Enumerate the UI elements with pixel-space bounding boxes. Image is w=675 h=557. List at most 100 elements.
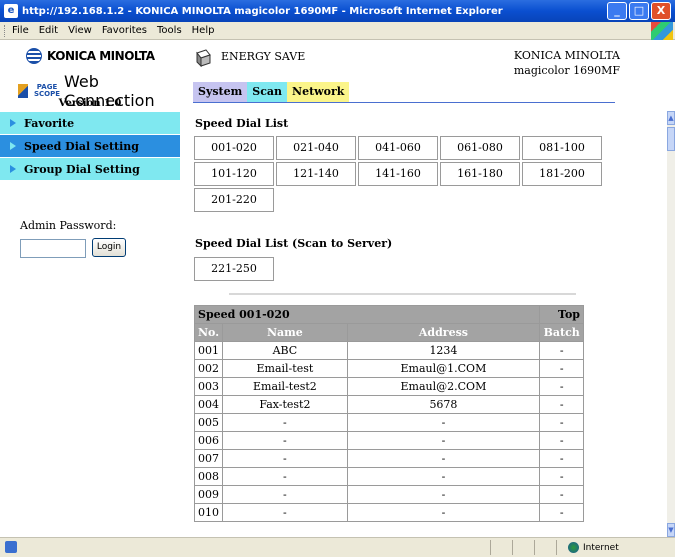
tab-network[interactable]: Network [287, 82, 350, 102]
cell-name: Fax-test2 [223, 396, 347, 413]
table-row: 002 Email-test Emaul@1.COM - [195, 360, 583, 377]
internet-globe-icon [568, 542, 579, 553]
server-range-grid: 221-250 [194, 257, 602, 281]
cell-no[interactable]: 005 [195, 414, 223, 431]
cell-address: - [347, 450, 540, 467]
printer-icon [196, 49, 211, 67]
range-link[interactable]: 081-100 [522, 136, 602, 160]
scroll-thumb[interactable] [667, 127, 675, 151]
cell-no[interactable]: 008 [195, 468, 223, 485]
menu-tools[interactable]: Tools [157, 25, 182, 36]
cell-address: 5678 [347, 396, 540, 413]
tab-bar: System Scan Network [193, 82, 350, 102]
toolbar-grip [4, 24, 8, 37]
energy-save-label: ENERGY SAVE [221, 50, 306, 63]
range-link[interactable]: 061-080 [440, 136, 520, 160]
cell-no[interactable]: 010 [195, 504, 223, 521]
table-row: 010- - - [195, 504, 583, 521]
cell-address: Emaul@2.COM [347, 378, 540, 395]
sidebar-item-favorite[interactable]: Favorite [0, 112, 180, 135]
range-link[interactable]: 041-060 [358, 136, 438, 160]
sidebar-item-label: Speed Dial Setting [24, 139, 139, 153]
cell-no[interactable]: 006 [195, 432, 223, 449]
menu-file[interactable]: File [12, 25, 29, 36]
tab-scan[interactable]: Scan [247, 82, 288, 102]
table-row: 004 Fax-test2 5678- [195, 396, 583, 413]
table-row: 003 Email-test2 Emaul@2.COM - [195, 378, 583, 395]
page-content: KONICA MINOLTA PAGE SCOPE Web Connection… [0, 41, 667, 537]
cell-name: - [223, 486, 347, 503]
title-bar: e http://192.168.1.2 - KONICA MINOLTA ma… [0, 0, 675, 22]
cell-address: - [347, 432, 540, 449]
close-button[interactable]: X [651, 2, 671, 20]
cell-address: Emaul@1.COM [347, 360, 540, 377]
speed-dial-list-title: Speed Dial List [195, 117, 289, 130]
pagescope-mark [18, 84, 30, 98]
cell-batch: - [540, 396, 583, 413]
sidebar-item-group-dial[interactable]: Group Dial Setting [0, 158, 180, 181]
table-body: 001 ABC 1234-002 Email-test Emaul@1.COM -003 E… [195, 342, 583, 521]
cell-address: 1234 [347, 342, 540, 359]
konica-globe-icon [26, 48, 42, 64]
cell-no[interactable]: 007 [195, 450, 223, 467]
login-button[interactable]: Login [92, 238, 126, 257]
page-icon [5, 541, 17, 553]
cell-no[interactable]: 009 [195, 486, 223, 503]
table-caption-row: Speed 001-020 Top [195, 306, 583, 323]
security-zone: Internet [568, 540, 619, 555]
scroll-down-icon[interactable]: ▼ [667, 523, 675, 537]
sidebar-item-speed-dial[interactable]: Speed Dial Setting [0, 135, 180, 158]
sidebar-nav: Favorite Speed Dial Setting Group Dial S… [0, 112, 180, 181]
scroll-up-icon[interactable]: ▲ [667, 111, 675, 125]
range-link[interactable]: 121-140 [276, 162, 356, 186]
menu-view[interactable]: View [68, 25, 92, 36]
range-link[interactable]: 101-120 [194, 162, 274, 186]
cell-batch: - [540, 342, 583, 359]
table-row: 007- - - [195, 450, 583, 467]
cell-batch: - [540, 468, 583, 485]
tab-underline [193, 102, 615, 103]
maximize-button[interactable]: □ [629, 2, 649, 20]
server-range-link[interactable]: 221-250 [194, 257, 274, 281]
cell-no[interactable]: 004 [195, 396, 223, 413]
range-link[interactable]: 021-040 [276, 136, 356, 160]
menu-edit[interactable]: Edit [39, 25, 58, 36]
col-batch: Batch [540, 324, 583, 341]
cell-batch: - [540, 360, 583, 377]
cell-batch: - [540, 432, 583, 449]
ie-icon: e [4, 4, 18, 18]
version-label: Version 1.0 [58, 98, 122, 109]
triangle-right-icon [10, 142, 16, 150]
triangle-right-icon [10, 119, 16, 127]
range-link[interactable]: 141-160 [358, 162, 438, 186]
range-link[interactable]: 161-180 [440, 162, 520, 186]
cell-batch: - [540, 378, 583, 395]
konica-minolta-logo: KONICA MINOLTA [26, 48, 155, 64]
sidebar-item-label: Group Dial Setting [24, 162, 140, 176]
main-panel: ENERGY SAVE KONICA MINOLTA magicolor 169… [188, 41, 667, 537]
cell-name: - [223, 432, 347, 449]
cell-address: - [347, 504, 540, 521]
server-list-title: Speed Dial List (Scan to Server) [195, 237, 393, 250]
admin-password-label: Admin Password: [20, 219, 117, 232]
menu-help[interactable]: Help [192, 25, 215, 36]
menu-favorites[interactable]: Favorites [102, 25, 147, 36]
speed-dial-range-grid: 001-020 021-040 041-060 061-080 081-100 … [194, 136, 602, 212]
minimize-button[interactable]: _ [607, 2, 627, 20]
vertical-scrollbar[interactable]: ▲ ▼ [667, 111, 675, 537]
tab-system[interactable]: System [193, 82, 248, 102]
top-link[interactable]: Top [540, 306, 583, 323]
table-row: 008- - - [195, 468, 583, 485]
cell-name: - [223, 450, 347, 467]
col-no: No. [195, 324, 223, 341]
range-link[interactable]: 181-200 [522, 162, 602, 186]
cell-no[interactable]: 003 [195, 378, 223, 395]
range-link[interactable]: 201-220 [194, 188, 274, 212]
triangle-right-icon [10, 165, 16, 173]
range-link[interactable]: 001-020 [194, 136, 274, 160]
cell-address: - [347, 414, 540, 431]
cell-no[interactable]: 002 [195, 360, 223, 377]
admin-password-input[interactable] [20, 239, 86, 258]
cell-no[interactable]: 001 [195, 342, 223, 359]
cell-name: - [223, 504, 347, 521]
